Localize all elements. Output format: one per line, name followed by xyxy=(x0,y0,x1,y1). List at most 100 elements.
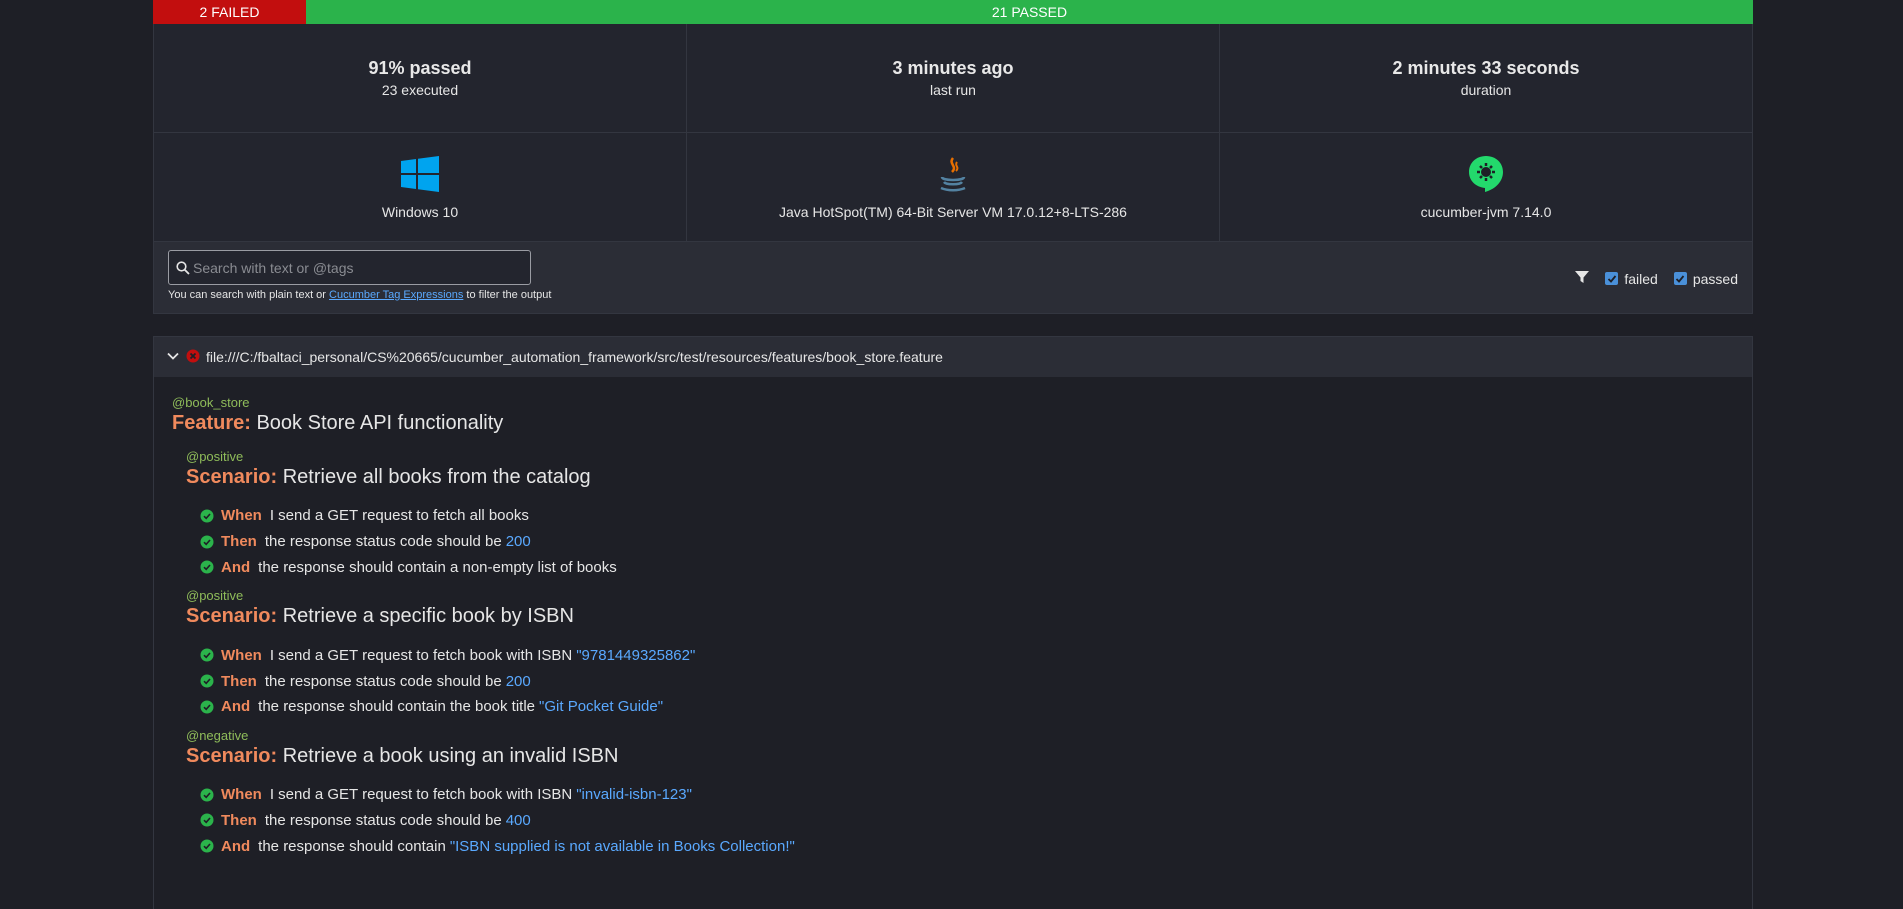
search-box[interactable] xyxy=(168,250,531,285)
scenario-keyword: Scenario: xyxy=(186,605,278,628)
duration-value: 2 minutes 33 seconds xyxy=(1392,58,1580,78)
step-keyword: And xyxy=(221,698,251,716)
passed-filter-checkbox[interactable] xyxy=(1673,272,1687,285)
step-text: the response should contain a non-empty … xyxy=(258,558,617,576)
duration-label: duration xyxy=(1460,82,1512,98)
environment-row: Windows 10 Java HotSpot(TM) 64-Bit Serve… xyxy=(154,133,1752,242)
summary-row: 91% passed 23 executed 3 minutes ago las… xyxy=(154,24,1752,133)
failed-filter-label[interactable]: failed xyxy=(1624,271,1657,287)
feature-title: Feature: Book Store API functionality xyxy=(172,412,1734,435)
scenario-title: Scenario: Retrieve a specific book by IS… xyxy=(186,605,1734,628)
tag-expressions-link[interactable]: Cucumber Tag Expressions xyxy=(329,289,463,301)
step-list: When I send a GET request to fetch book … xyxy=(200,782,1734,859)
report-container: 2 FAILED 21 PASSED 91% passed 23 execute… xyxy=(153,0,1753,909)
step-text: the response should contain xyxy=(258,837,446,855)
windows-icon xyxy=(401,154,439,194)
search-input[interactable] xyxy=(193,259,523,276)
scenario: @negative Scenario: Retrieve a book usin… xyxy=(186,728,1734,859)
status-bar: 2 FAILED 21 PASSED xyxy=(153,0,1753,24)
scenario-tag: @positive xyxy=(186,588,244,604)
status-filters: failed passed xyxy=(1575,270,1738,287)
step-argument: "invalid-isbn-123" xyxy=(576,786,692,804)
last-run-value: 3 minutes ago xyxy=(892,58,1014,78)
step-text: I send a GET request to fetch book with … xyxy=(269,646,573,664)
check-circle-icon xyxy=(200,674,214,688)
failed-filter-checkbox[interactable] xyxy=(1605,272,1619,285)
step-argument: "ISBN supplied is not available in Books… xyxy=(449,837,795,855)
check-circle-icon xyxy=(200,560,214,574)
step: Then the response status code should be … xyxy=(200,808,1734,834)
executed-count: 23 executed xyxy=(381,82,459,98)
step-list: When I send a GET request to fetch book … xyxy=(200,642,1734,719)
last-run-cell: 3 minutes ago last run xyxy=(687,24,1220,132)
check-circle-icon xyxy=(200,535,214,549)
step: And the response should contain "ISBN su… xyxy=(200,833,1734,859)
step: When I send a GET request to fetch book … xyxy=(200,642,1734,668)
framework-cell: cucumber-jvm 7.14.0 xyxy=(1220,133,1752,241)
step-argument: 200 xyxy=(505,533,531,551)
search-hint: You can search with plain text or Cucumb… xyxy=(168,289,551,301)
step-keyword: Then xyxy=(221,811,257,829)
feature-keyword: Feature: xyxy=(172,412,251,434)
pass-rate-cell: 91% passed 23 executed xyxy=(154,24,687,132)
step-keyword: Then xyxy=(221,533,257,551)
chevron-down-icon[interactable] xyxy=(166,349,180,366)
step-text: the response should contain the book tit… xyxy=(258,698,536,716)
runtime-name: Java HotSpot(TM) 64-Bit Server VM 17.0.1… xyxy=(779,204,1127,220)
runtime-cell: Java HotSpot(TM) 64-Bit Server VM 17.0.1… xyxy=(687,133,1220,241)
step: When I send a GET request to fetch all b… xyxy=(200,503,1734,529)
feature-panel: file:///C:/fbaltaci_personal/CS%20665/cu… xyxy=(153,336,1753,909)
step-text: the response status code should be xyxy=(264,811,502,829)
step-text: the response status code should be xyxy=(264,672,502,690)
scenario-title: Scenario: Retrieve a book using an inval… xyxy=(186,745,1734,768)
failed-status-icon xyxy=(186,349,200,366)
step-argument: 200 xyxy=(505,672,531,690)
step-text: the response status code should be xyxy=(264,533,502,551)
scenario-tag: @negative xyxy=(186,727,249,743)
os-name: Windows 10 xyxy=(381,204,459,220)
step-text: I send a GET request to fetch all books xyxy=(269,507,529,525)
feature-tag: @book_store xyxy=(172,395,250,410)
step: Then the response status code should be … xyxy=(200,668,1734,694)
feature-file-path: file:///C:/fbaltaci_personal/CS%20665/cu… xyxy=(206,349,943,365)
step-text: I send a GET request to fetch book with … xyxy=(269,786,573,804)
check-circle-icon xyxy=(200,813,214,827)
step-keyword: When xyxy=(221,507,262,525)
scenario: @positive Scenario: Retrieve all books f… xyxy=(186,449,1734,580)
search-icon xyxy=(169,260,193,275)
step-list: When I send a GET request to fetch all b… xyxy=(200,503,1734,580)
scenario: @positive Scenario: Retrieve a specific … xyxy=(186,588,1734,719)
step-keyword: Then xyxy=(221,672,257,690)
scenario-name: Retrieve all books from the catalog xyxy=(282,466,591,488)
passed-count-bar[interactable]: 21 PASSED xyxy=(306,0,1753,24)
check-circle-icon xyxy=(200,700,214,714)
check-circle-icon xyxy=(200,648,214,662)
scenario-title: Scenario: Retrieve all books from the ca… xyxy=(186,466,1734,489)
step-keyword: And xyxy=(221,558,251,576)
os-cell: Windows 10 xyxy=(154,133,687,241)
filter-icon xyxy=(1575,270,1590,287)
stats-panel: 91% passed 23 executed 3 minutes ago las… xyxy=(153,24,1753,242)
scenario-keyword: Scenario: xyxy=(186,466,278,488)
step: And the response should contain the book… xyxy=(200,694,1734,720)
failed-count-bar[interactable]: 2 FAILED xyxy=(153,0,306,24)
feature-header[interactable]: file:///C:/fbaltaci_personal/CS%20665/cu… xyxy=(154,337,1752,377)
search-hint-suffix: to filter the output xyxy=(466,289,552,301)
pass-rate: 91% passed xyxy=(368,58,472,78)
step: And the response should contain a non-em… xyxy=(200,555,1734,581)
last-run-label: last run xyxy=(930,82,976,98)
scenario-name: Retrieve a book using an invalid ISBN xyxy=(282,744,619,767)
feature-name: Book Store API functionality xyxy=(256,412,504,434)
passed-filter-label[interactable]: passed xyxy=(1693,271,1738,287)
scenario-tag: @positive xyxy=(186,449,244,464)
check-circle-icon xyxy=(200,839,214,853)
duration-cell: 2 minutes 33 seconds duration xyxy=(1220,24,1752,132)
check-circle-icon xyxy=(200,788,214,802)
step: Then the response status code should be … xyxy=(200,529,1734,555)
step-argument: "Git Pocket Guide" xyxy=(539,698,664,716)
cucumber-icon xyxy=(1468,154,1504,194)
scenario-name: Retrieve a specific book by ISBN xyxy=(282,605,574,628)
step: When I send a GET request to fetch book … xyxy=(200,782,1734,808)
step-keyword: And xyxy=(221,837,251,855)
framework-name: cucumber-jvm 7.14.0 xyxy=(1420,204,1552,220)
